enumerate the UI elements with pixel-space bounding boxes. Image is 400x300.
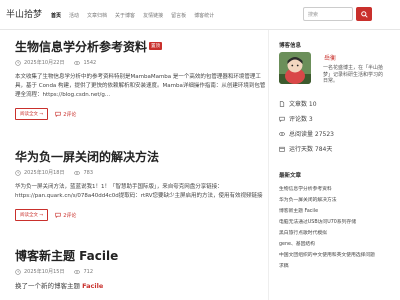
author-name[interactable]: 岳衡 <box>324 53 336 62</box>
comment-icon <box>55 111 61 117</box>
post-actions: 阅读全文 → 2评论 <box>15 108 267 120</box>
excerpt-text: 换了一个新的博客主题 <box>15 282 83 290</box>
recent-posts-list: 生物信息学分析参考资料 华为负一屏关闭的解决方法 博客新主题 Facile 电脑… <box>279 184 397 272</box>
stat-posts: 文章数 10 <box>279 96 334 111</box>
recent-posts-heading: 最新文章 <box>279 173 302 179</box>
recent-post-link[interactable]: 中国文团组织的中文使用和英文使用选择问题 <box>279 250 397 261</box>
clock-icon <box>15 268 21 275</box>
blog-info-heading: 博客信息 <box>279 43 302 49</box>
author-bio: 一名花盛博主，在「半山拾梦」记录科研生活和学习的日常。 <box>323 65 384 84</box>
blog-stats: 文章数 10 评论数 3 总阅读量 27523 运行天数 784天 <box>279 96 334 156</box>
excerpt-highlight: Facile <box>82 282 104 290</box>
post-card: 华为负一屏关闭的解决方法 2025年10月18日 783 华为负一屏关闭方法，蓝… <box>15 148 267 221</box>
sidebar: 博客信息 岳衡 一名花盛博主，在「半山拾梦」记录科研生活和学习的日常。 文章数 … <box>268 30 400 300</box>
post-list: 生物信息学分析参考资料 置顶 2025年10月22日 1542 本文收集了生物信息… <box>0 30 268 300</box>
recent-post-link[interactable]: 博客新主题 Facile <box>279 206 397 217</box>
post-excerpt: 换了一个新的博客主题 Facile <box>15 282 267 291</box>
post-meta: 2025年10月22日 1542 <box>15 59 267 66</box>
stat-label: 总阅读量 27523 <box>289 131 334 138</box>
stat-label: 评论数 3 <box>289 116 313 123</box>
comments-link[interactable]: 2评论 <box>55 111 76 118</box>
post-card: 博客新主题 Facile 2025年10月15日 712 换了一个新的博客主题 … <box>15 247 267 291</box>
post-actions: 阅读全文 → 2评论 <box>15 209 267 221</box>
nav-links[interactable]: 友情链接 <box>143 12 163 19</box>
avatar <box>279 52 311 84</box>
comment-icon <box>55 212 61 218</box>
stat-views: 总阅读量 27523 <box>279 126 334 141</box>
top-navbar: 半山拾梦 首页 活动 文章归档 关于博客 友情链接 留言板 博客统计 搜索 <box>0 0 400 30</box>
clock-icon <box>15 169 21 176</box>
post-meta: 2025年10月15日 712 <box>15 268 267 275</box>
post-title[interactable]: 华为负一屏关闭的解决方法 <box>15 148 267 165</box>
file-icon <box>279 100 285 107</box>
post-meta: 2025年10月18日 783 <box>15 169 267 176</box>
post-title[interactable]: 生物信息学分析参考资料 置顶 <box>15 38 267 55</box>
search-icon <box>360 10 368 18</box>
comment-icon <box>279 116 285 122</box>
post-views: 1542 <box>83 59 97 66</box>
eye-icon <box>74 60 81 65</box>
recent-post-link[interactable]: 黑白旅行点歌时代模拟 <box>279 228 397 239</box>
comments-count: 2评论 <box>63 212 77 219</box>
stat-label: 文章数 10 <box>289 101 317 108</box>
site-logo[interactable]: 半山拾梦 <box>6 7 42 20</box>
clock-icon <box>15 59 21 66</box>
recent-post-link[interactable]: 求稿 <box>279 261 397 272</box>
post-date: 2025年10月22日 <box>24 60 65 66</box>
nav-guestbook[interactable]: 留言板 <box>171 12 186 19</box>
eye-icon <box>279 131 285 136</box>
calendar-icon <box>279 146 285 152</box>
post-card: 生物信息学分析参考资料 置顶 2025年10月22日 1542 本文收集了生物信息… <box>15 38 267 120</box>
eye-icon <box>74 170 81 175</box>
post-date: 2025年10月18日 <box>24 170 65 176</box>
read-more-button[interactable]: 阅读全文 → <box>15 209 49 221</box>
recent-post-link[interactable]: gene、基因结构 <box>279 239 397 250</box>
comments-count: 2评论 <box>63 111 77 118</box>
recent-post-link[interactable]: 生物信息学分析参考资料 <box>279 184 397 195</box>
read-more-button[interactable]: 阅读全文 → <box>15 108 49 120</box>
stat-comments: 评论数 3 <box>279 111 334 126</box>
search-input[interactable]: 搜索 <box>303 7 353 21</box>
post-excerpt: 本文收集了生物信息学分析中的参考资料特别是MambaMamba 是一个高效的包管… <box>15 74 266 98</box>
pinned-badge: 置顶 <box>149 41 163 50</box>
search-button[interactable] <box>356 7 372 21</box>
post-views: 712 <box>83 268 93 275</box>
nav-about[interactable]: 关于博客 <box>115 12 135 19</box>
post-title-text[interactable]: 生物信息学分析参考资料 <box>15 40 147 54</box>
main-nav: 首页 活动 文章归档 关于博客 友情链接 留言板 博客统计 <box>51 0 214 30</box>
eye-icon <box>74 269 81 274</box>
nav-home[interactable]: 首页 <box>51 12 61 19</box>
post-date: 2025年10月15日 <box>24 269 65 275</box>
post-views: 783 <box>83 169 93 176</box>
recent-post-link[interactable]: 华为负一屏关闭的解决方法 <box>279 195 397 206</box>
recent-post-link[interactable]: 电脑无法通过USB访问U70系列存储 <box>279 217 397 228</box>
nav-archive[interactable]: 文章归档 <box>87 12 107 19</box>
stat-runtime: 运行天数 784天 <box>279 141 334 156</box>
comments-link[interactable]: 2评论 <box>55 212 76 219</box>
nav-stats[interactable]: 博客统计 <box>194 12 214 19</box>
nav-activity[interactable]: 活动 <box>69 12 79 19</box>
post-excerpt: 华为负一屏关闭方法，蓝蓝说我1！1！「智慧助手国际版」，来自夸克网盘分享链接：h… <box>15 184 263 199</box>
post-title[interactable]: 博客新主题 Facile <box>15 247 267 264</box>
stat-label: 运行天数 784天 <box>289 146 333 153</box>
